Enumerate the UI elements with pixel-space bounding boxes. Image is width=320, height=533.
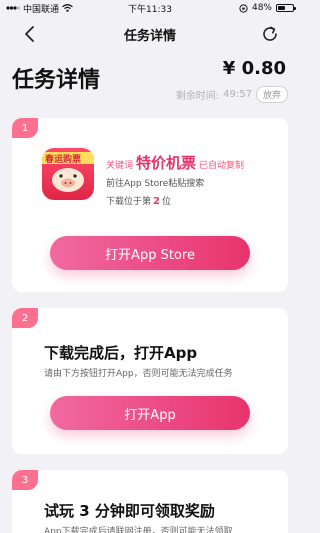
reward-amount: ¥ 0.80 <box>222 58 286 79</box>
step-heading: 试玩 3 分钟即可领取奖励 <box>44 502 215 520</box>
step-subtitle: App下载完成后请联网注册，否则可能无法领取 <box>44 527 233 533</box>
remain-label: 剩余时间: <box>175 91 220 102</box>
status-time: 下午11:33 <box>128 5 172 15</box>
step-badge: 3 <box>12 470 38 490</box>
step-heading: 下载完成后，打开App <box>44 344 198 362</box>
battery-level <box>278 6 285 10</box>
nav-bar: 任务详情 <box>0 18 300 50</box>
back-icon[interactable] <box>20 24 40 44</box>
open-app-button[interactable]: 打开App <box>50 396 250 430</box>
keyword-suffix: 已自动复制 <box>199 161 245 171</box>
keyword-line: 关键词 特价机票 已自动复制 <box>106 152 244 173</box>
remaining-time: 剩余时间: 49:57 放弃 <box>176 86 288 103</box>
keyword-prefix: 关键词 <box>106 161 134 171</box>
search-instruction: 前往App Store粘贴搜索 <box>106 179 205 189</box>
step-badge: 2 <box>12 308 38 328</box>
step-card-2: 2 下载完成后，打开App 请由下方按钮打开App，否则可能无法完成任务 打开A… <box>12 308 288 454</box>
open-app-store-button[interactable]: 打开App Store <box>50 236 250 270</box>
step-card-3: 3 试玩 3 分钟即可领取奖励 App下载完成后请联网注册，否则可能无法领取 <box>12 470 288 533</box>
step-badge: 1 <box>12 118 38 138</box>
step-card-1: 1 春运购票 关键词 特价机票 已自动复制 前往App Store粘贴搜索 下载… <box>12 118 288 292</box>
app-icon-label: 春运购票 <box>45 155 82 165</box>
remain-value: 49:57 <box>223 89 252 100</box>
step-subtitle: 请由下方按钮打开App，否则可能无法完成任务 <box>44 369 233 379</box>
refresh-icon[interactable] <box>260 24 280 44</box>
rank-prefix: 下载位于第 <box>106 197 152 207</box>
app-icon: 春运购票 <box>42 148 94 200</box>
nav-title: 任务详情 <box>123 28 176 44</box>
status-bar: 中国联通 下午11:33 48% <box>0 0 300 16</box>
battery-icon <box>276 4 296 12</box>
page-title: 任务详情 <box>12 68 101 93</box>
rank-suffix: 位 <box>161 197 171 207</box>
rank-line: 下载位于第 2 位 <box>106 194 171 207</box>
rank-number: 2 <box>153 196 160 207</box>
give-up-button[interactable]: 放弃 <box>255 86 288 103</box>
keyword-text: 特价机票 <box>136 154 197 172</box>
